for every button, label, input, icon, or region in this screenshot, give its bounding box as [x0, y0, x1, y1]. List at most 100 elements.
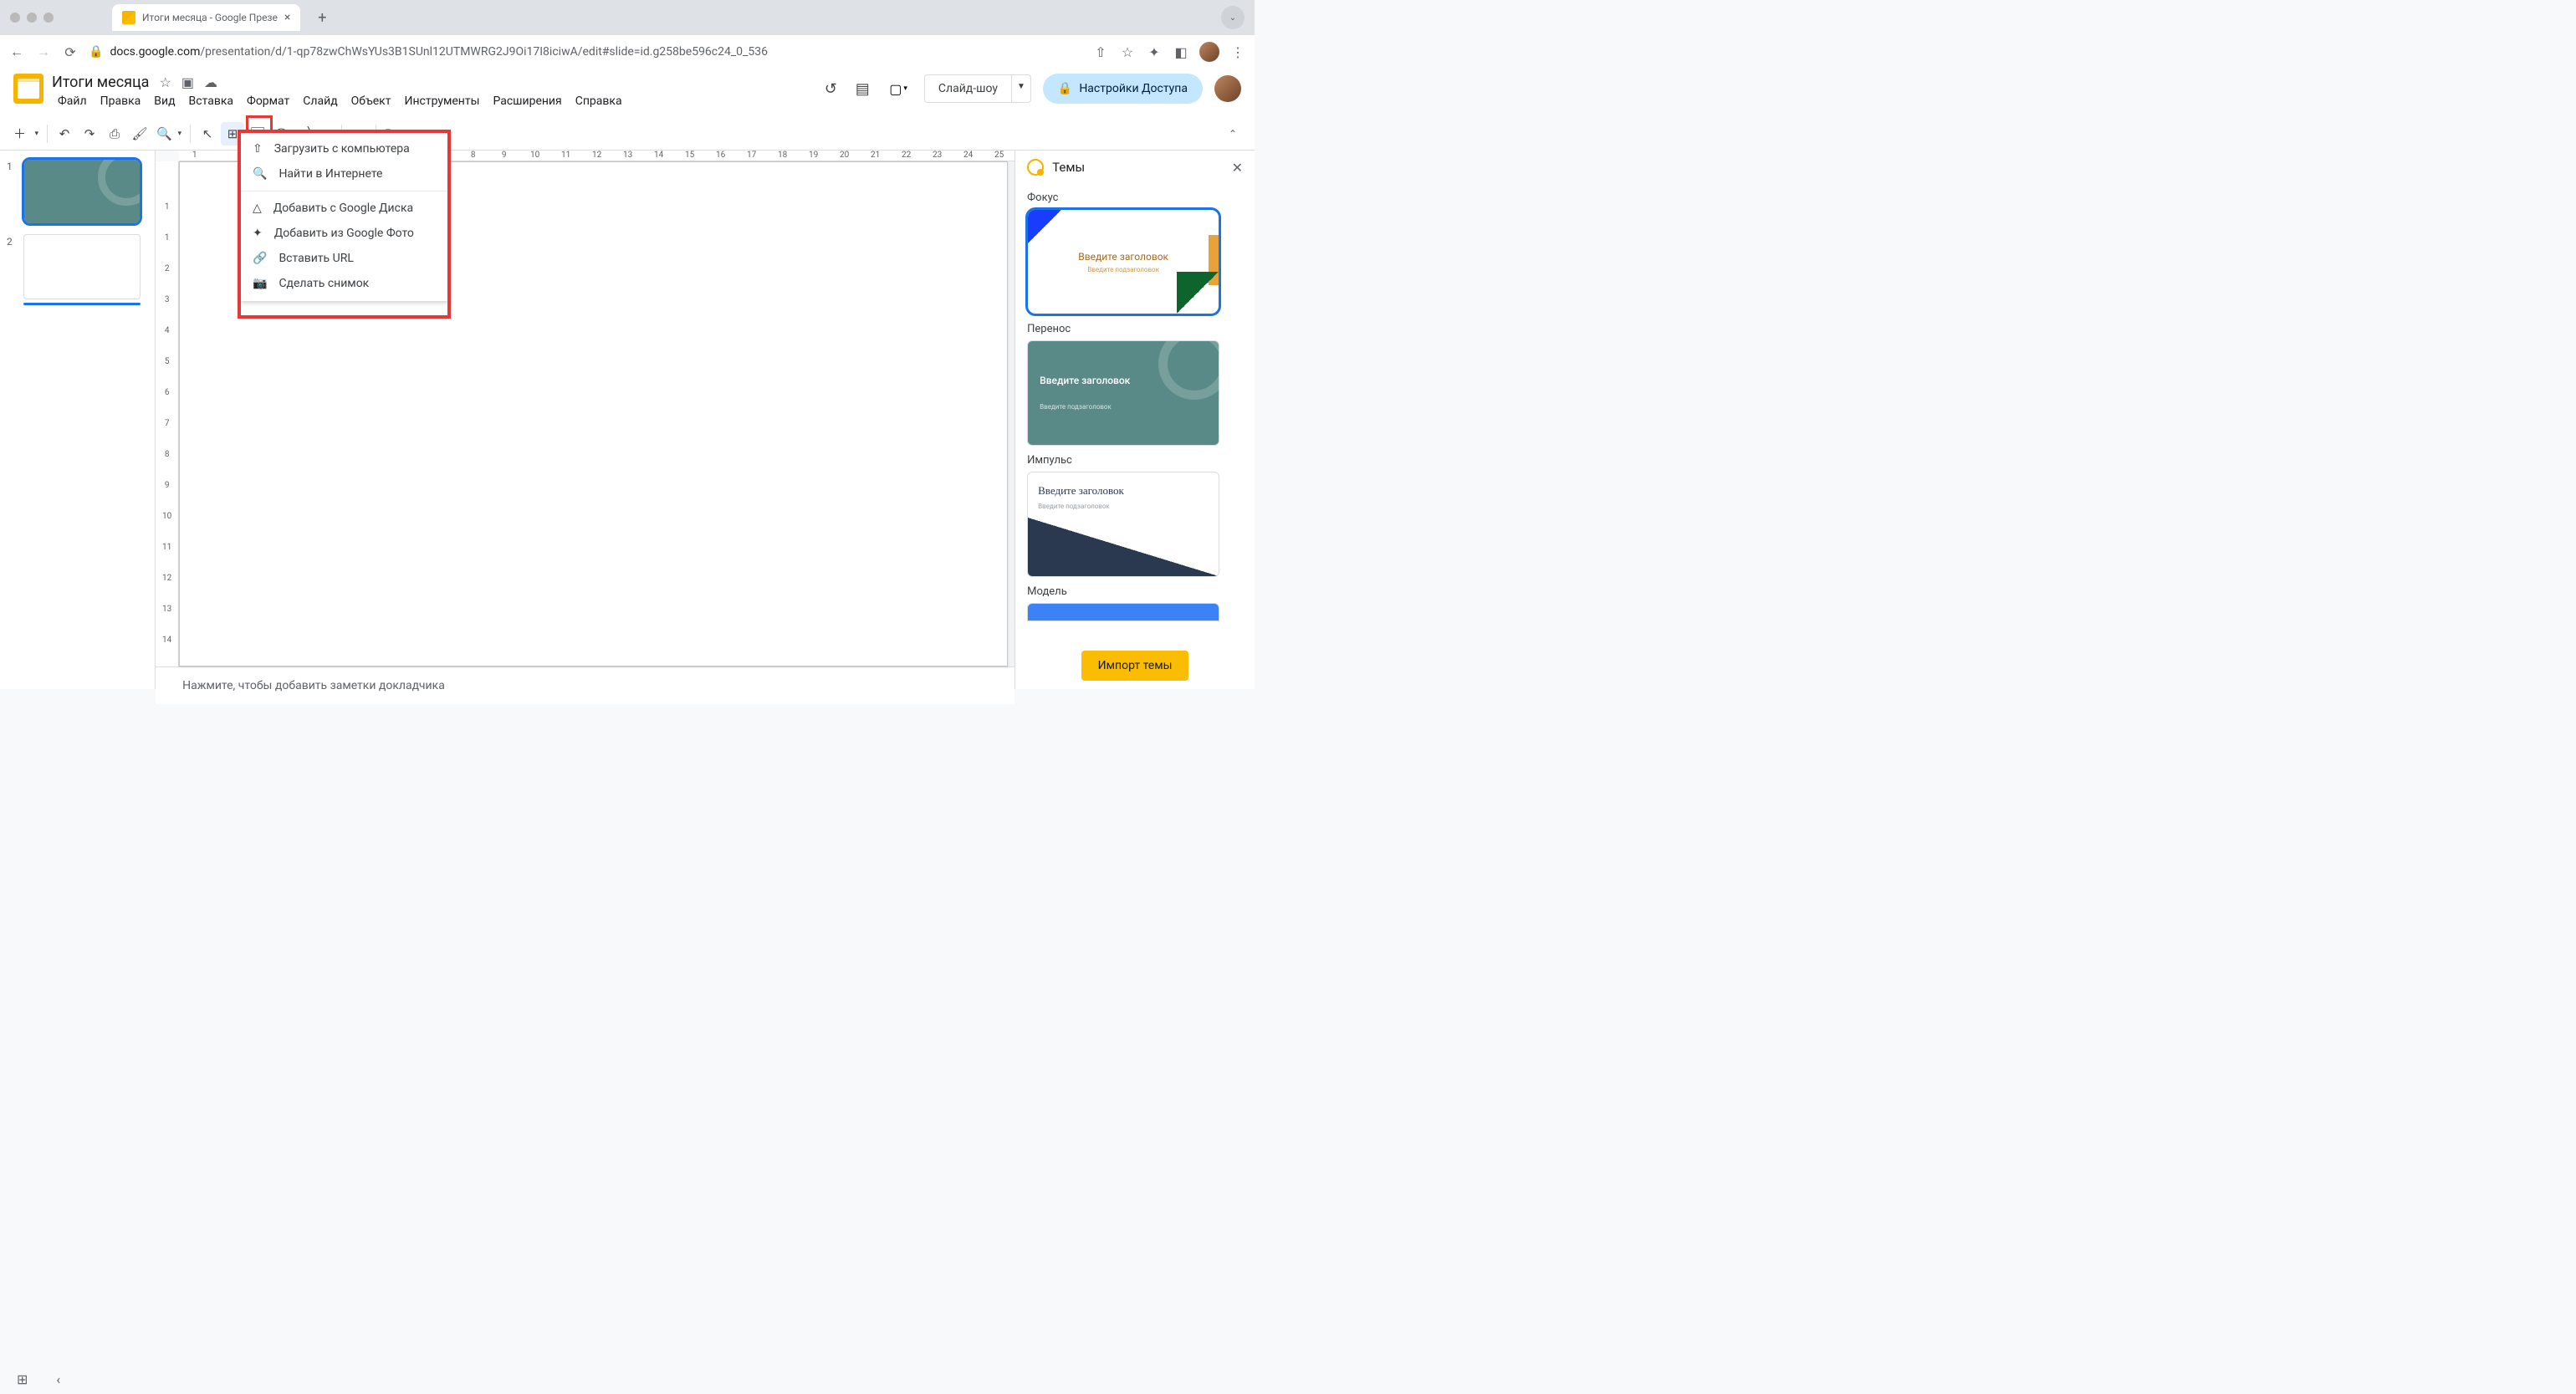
camera-icon: 📷 — [253, 277, 267, 290]
menu-from-photos[interactable]: ✦ Добавить из Google Фото — [239, 221, 449, 246]
redo-button[interactable]: ↷ — [78, 122, 101, 146]
share-button[interactable]: 🔒 Настройки Доступа — [1043, 74, 1203, 104]
theme-card-perenos[interactable]: Введите заголовок Введите подзаголовок — [1027, 340, 1219, 446]
lock-icon: 🔒 — [1058, 82, 1072, 95]
browser-tab[interactable]: Итоги месяца - Google Презе × — [112, 4, 300, 31]
slides-logo-icon[interactable] — [13, 74, 43, 104]
window-controls — [10, 13, 54, 23]
menu-from-drive[interactable]: △ Добавить с Google Диска — [239, 196, 449, 221]
menu-tools[interactable]: Инструменты — [398, 93, 485, 110]
lock-icon: 🔒 — [89, 45, 103, 59]
theme-card-impulse[interactable]: Введите заголовок Введите подзаголовок — [1027, 472, 1219, 577]
vertical-ruler[interactable]: 11234567891011121314 — [156, 161, 179, 666]
url-domain: docs.google.com — [110, 45, 200, 59]
photos-icon: ✦ — [253, 227, 263, 240]
app-header: Итоги месяца ☆ ▣ ☁ Файл Правка Вид Встав… — [0, 69, 1255, 117]
themes-panel: Темы ✕ Фокус Введите заголовок Введите п… — [1015, 151, 1255, 689]
extensions-icon[interactable]: ✦ — [1146, 43, 1163, 60]
thumb-number: 2 — [7, 234, 18, 248]
tab-overflow-button[interactable]: ⌄ — [1221, 6, 1245, 29]
scrollbar-gutter[interactable] — [1008, 161, 1015, 666]
drive-icon: △ — [253, 202, 262, 215]
url-path: /presentation/d/1-qp78zwChWsYUs3B1SUnl12… — [200, 45, 768, 59]
theme-name-impulse: Импульс — [1027, 454, 1243, 467]
window-close[interactable] — [10, 13, 20, 23]
tab-title: Итоги месяца - Google Презе — [142, 12, 278, 23]
paint-format-button[interactable]: 🖌 — [128, 122, 151, 146]
theme-card-focus[interactable]: Введите заголовок Введите подзаголовок — [1027, 209, 1219, 314]
select-tool[interactable]: ↖ — [196, 122, 219, 146]
menu-help[interactable]: Справка — [570, 93, 628, 110]
menu-camera[interactable]: 📷 Сделать снимок — [239, 271, 449, 296]
menu-slide[interactable]: Слайд — [297, 93, 343, 110]
toolbar: ＋▾ ↶ ↷ ⎙ 🖌 🔍▾ ↖ ⊞ 🖼 ◯▾ ╲▾ ⊕ Pу▾ ⌃ — [0, 117, 1255, 151]
new-tab-button[interactable]: + — [310, 6, 334, 29]
new-slide-button[interactable]: ＋▾ — [10, 122, 42, 146]
theme-name-model: Модель — [1027, 585, 1243, 598]
speaker-notes[interactable]: Нажмите, чтобы добавить заметки докладчи… — [156, 666, 1015, 704]
bottom-left-controls: ⊞ ‹ — [17, 1371, 60, 1387]
themes-close-button[interactable]: ✕ — [1232, 160, 1243, 176]
slideshow-button[interactable]: Слайд-шоу — [924, 74, 1012, 103]
main-area: 1 2 112345678910111213141516171819202122… — [0, 151, 1255, 689]
insertion-indicator — [23, 303, 141, 305]
slide-thumbnails-panel: 1 2 — [0, 151, 156, 689]
menu-search-web[interactable]: 🔍 Найти в Интернете — [239, 161, 449, 186]
browser-profile-avatar[interactable] — [1199, 42, 1219, 62]
reload-button[interactable]: ⟳ — [62, 43, 79, 60]
link-icon: 🔗 — [253, 252, 267, 265]
menu-by-url[interactable]: 🔗 Вставить URL — [239, 246, 449, 271]
browser-tab-strip: Итоги месяца - Google Презе × + ⌄ — [0, 0, 1255, 35]
menu-bar: Файл Правка Вид Вставка Формат Слайд Объ… — [52, 93, 628, 110]
slideshow-dropdown[interactable]: ▼ — [1012, 74, 1031, 103]
theme-name-focus: Фокус — [1027, 191, 1243, 204]
menu-edit[interactable]: Правка — [95, 93, 147, 110]
back-button[interactable]: ← — [8, 43, 25, 60]
forward-button[interactable]: → — [35, 43, 52, 60]
sidepanel-icon[interactable]: ◧ — [1173, 43, 1189, 60]
account-avatar[interactable] — [1214, 75, 1241, 102]
browser-menu-icon[interactable]: ⋮ — [1229, 43, 1246, 60]
collapse-filmstrip-button[interactable]: ‹ — [56, 1371, 60, 1387]
collapse-toolbar-button[interactable]: ⌃ — [1221, 122, 1245, 146]
meet-button[interactable]: ▢▾ — [884, 76, 912, 102]
grid-view-button[interactable]: ⊞ — [17, 1371, 28, 1387]
window-maximize[interactable] — [43, 13, 54, 23]
menu-extensions[interactable]: Расширения — [487, 93, 567, 110]
print-button[interactable]: ⎙ — [103, 122, 126, 146]
palette-icon — [1027, 159, 1044, 176]
menu-upload-from-computer[interactable]: ⇧ Загрузить с компьютера — [239, 136, 449, 161]
search-icon: 🔍 — [253, 167, 267, 181]
themes-panel-title: Темы — [1052, 160, 1223, 175]
doc-title[interactable]: Итоги месяца — [52, 74, 149, 91]
slide-thumbnail-2[interactable] — [23, 234, 141, 299]
cloud-status-icon[interactable]: ☁ — [204, 74, 217, 90]
undo-button[interactable]: ↶ — [53, 122, 76, 146]
import-theme-button[interactable]: Импорт темы — [1081, 651, 1189, 681]
star-icon[interactable]: ☆ — [159, 74, 171, 90]
menu-format[interactable]: Формат — [241, 93, 295, 110]
bookmark-icon[interactable]: ☆ — [1119, 43, 1136, 60]
menu-object[interactable]: Объект — [345, 93, 397, 110]
menu-insert[interactable]: Вставка — [183, 93, 239, 110]
menu-view[interactable]: Вид — [148, 93, 181, 110]
browser-toolbar: ← → ⟳ 🔒 docs.google.com/presentation/d/1… — [0, 35, 1255, 69]
slide-thumbnail-1[interactable] — [23, 159, 141, 224]
zoom-button[interactable]: 🔍▾ — [153, 122, 185, 146]
move-to-folder-icon[interactable]: ▣ — [181, 74, 194, 90]
slides-favicon-icon — [122, 11, 135, 24]
share-page-icon[interactable]: ⇧ — [1092, 43, 1109, 60]
upload-icon: ⇧ — [253, 142, 263, 156]
thumb-number: 1 — [7, 159, 18, 172]
speaker-notes-placeholder: Нажмите, чтобы добавить заметки докладчи… — [182, 679, 445, 692]
menu-file[interactable]: Файл — [52, 93, 93, 110]
theme-name-perenos: Перенос — [1027, 323, 1243, 335]
video-icon: ▢ — [889, 81, 902, 97]
window-minimize[interactable] — [27, 13, 37, 23]
tab-close-icon[interactable]: × — [284, 11, 290, 24]
theme-card-model[interactable] — [1027, 603, 1219, 621]
comments-icon[interactable]: ▤ — [852, 79, 872, 99]
history-icon[interactable]: ↺ — [820, 79, 841, 99]
share-label: Настройки Доступа — [1079, 82, 1188, 95]
address-bar[interactable]: 🔒 docs.google.com/presentation/d/1-qp78z… — [89, 45, 1082, 59]
